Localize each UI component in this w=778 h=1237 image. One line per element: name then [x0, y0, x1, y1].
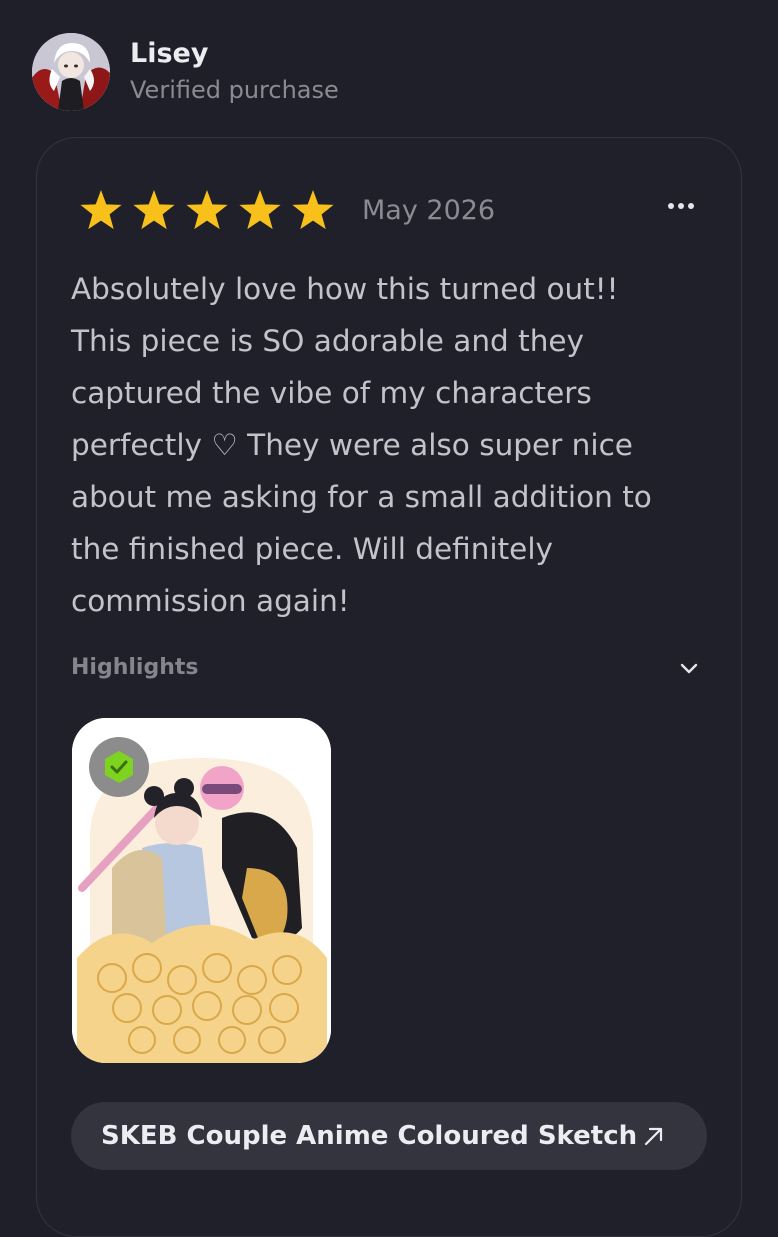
more-horizontal-icon	[668, 203, 674, 209]
review-photo[interactable]	[72, 718, 331, 1063]
more-options-button[interactable]	[663, 194, 699, 218]
highlights-label: Highlights	[71, 655, 199, 680]
reviewer-header: Lisey Verified purchase	[32, 33, 339, 111]
rating-row: May 2026	[77, 188, 495, 234]
star-icon	[80, 190, 122, 230]
review-date: May 2026	[362, 195, 496, 226]
avatar[interactable]	[32, 33, 110, 111]
more-horizontal-icon	[688, 203, 694, 209]
star-icon	[239, 190, 281, 230]
review-text: Absolutely love how this turned out!! Th…	[71, 272, 652, 618]
reviewer-name[interactable]: Lisey	[130, 37, 339, 71]
chevron-down-icon[interactable]	[677, 656, 701, 680]
star-icon	[133, 190, 175, 230]
star-icon	[186, 190, 228, 230]
star-icon	[292, 190, 334, 230]
review-card: May 2026 Absolutely love how this turned…	[36, 137, 742, 1237]
verified-purchase-label: Verified purchase	[130, 75, 339, 104]
star-rating	[77, 188, 342, 234]
verified-check-icon	[89, 737, 149, 797]
arrow-up-right-icon	[645, 1127, 663, 1146]
more-horizontal-icon	[678, 203, 684, 209]
highlights-toggle[interactable]: Highlights	[71, 648, 701, 688]
product-link-button[interactable]: SKEB Couple Anime Coloured Sketch	[71, 1102, 707, 1170]
product-title: SKEB Couple Anime Coloured Sketch	[101, 1121, 638, 1151]
